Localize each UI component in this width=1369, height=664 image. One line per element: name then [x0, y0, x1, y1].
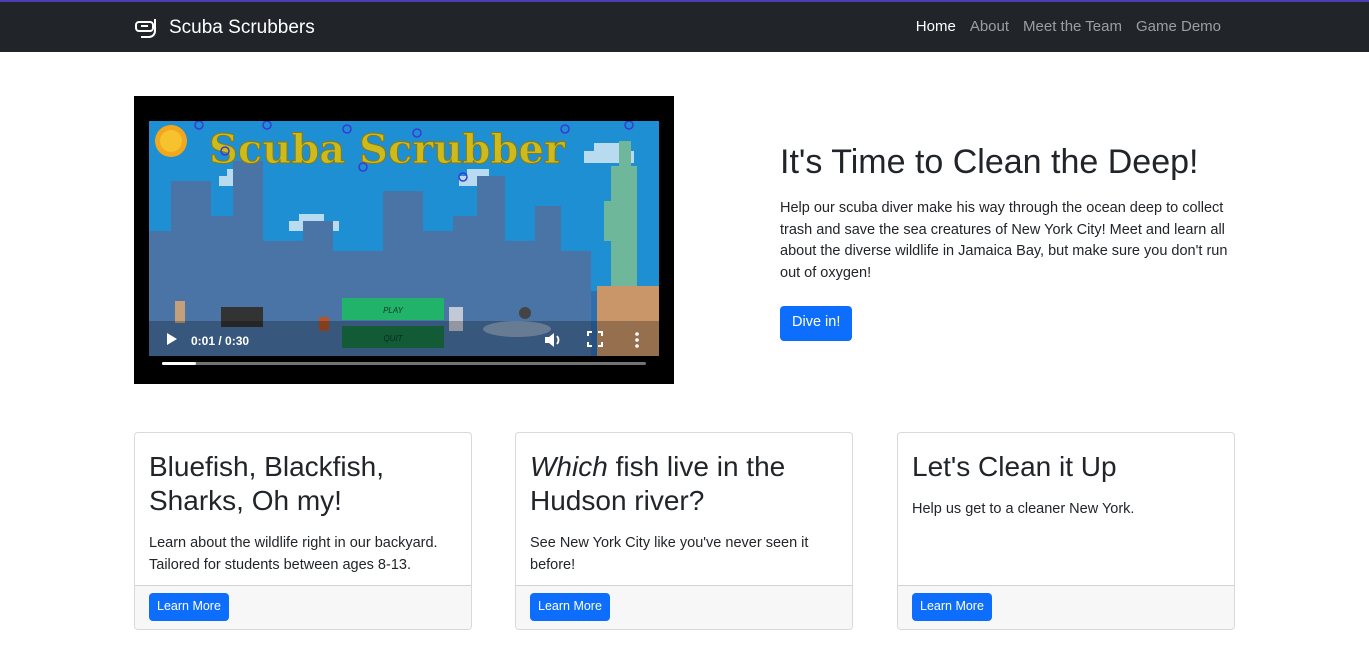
- brand-name: Scuba Scrubbers: [169, 17, 315, 38]
- nav-home[interactable]: Home: [909, 18, 963, 35]
- video-frame-image: Scuba Scrubber PLAY QUIT: [149, 121, 659, 356]
- video-progress-fill: [162, 362, 196, 365]
- card-text: Learn about the wildlife right in our ba…: [149, 535, 438, 573]
- hero-text: Help our scuba diver make his way throug…: [780, 200, 1228, 281]
- card-title: Bluefish, Blackfish, Sharks, Oh my!: [149, 451, 384, 516]
- card-title: Which fish live in the Hudson river?: [530, 451, 786, 516]
- card-text: See New York City like you've never seen…: [530, 535, 809, 573]
- card-footer: Learn More: [135, 585, 471, 629]
- play-icon[interactable]: [161, 329, 181, 349]
- hero-section: It's Time to Clean the Deep! Help our sc…: [780, 140, 1240, 342]
- brand-link[interactable]: Scuba Scrubbers: [135, 16, 315, 40]
- navbar: Scuba Scrubbers Home About Meet the Team…: [0, 0, 1369, 52]
- card-text: Help us get to a cleaner New York.: [912, 501, 1135, 517]
- nav-about[interactable]: About: [963, 18, 1016, 35]
- video-progress-bar[interactable]: [162, 362, 646, 365]
- card-hudson-fish: Which fish live in the Hudson river? See…: [515, 432, 853, 630]
- volume-icon[interactable]: [543, 331, 563, 349]
- dive-in-button[interactable]: Dive in!: [780, 306, 853, 342]
- nav-links: Home About Meet the Team Game Demo: [909, 18, 1228, 35]
- menu-play-label: PLAY: [383, 306, 404, 315]
- nav-meet-the-team[interactable]: Meet the Team: [1016, 18, 1129, 35]
- more-options-icon[interactable]: [631, 331, 643, 349]
- card-wildlife: Bluefish, Blackfish, Sharks, Oh my! Lear…: [134, 432, 472, 630]
- hero-title: It's Time to Clean the Deep!: [780, 143, 1199, 181]
- fullscreen-icon[interactable]: [587, 331, 603, 347]
- card-title: Let's Clean it Up: [912, 451, 1117, 482]
- video-controls: 0:01 / 0:30: [149, 326, 659, 370]
- game-video-player[interactable]: Scuba Scrubber PLAY QUIT: [134, 96, 674, 384]
- video-time: 0:01 / 0:30: [191, 334, 250, 348]
- diving-mask-icon: [135, 19, 156, 38]
- card-clean-up: Let's Clean it Up Help us get to a clean…: [897, 432, 1235, 630]
- video-title-art: Scuba Scrubber: [209, 126, 566, 173]
- card-footer: Learn More: [898, 585, 1234, 629]
- card-footer: Learn More: [516, 585, 852, 629]
- learn-more-button[interactable]: Learn More: [530, 593, 610, 621]
- learn-more-button[interactable]: Learn More: [149, 593, 229, 621]
- nav-game-demo[interactable]: Game Demo: [1129, 18, 1228, 35]
- learn-more-button[interactable]: Learn More: [912, 593, 992, 621]
